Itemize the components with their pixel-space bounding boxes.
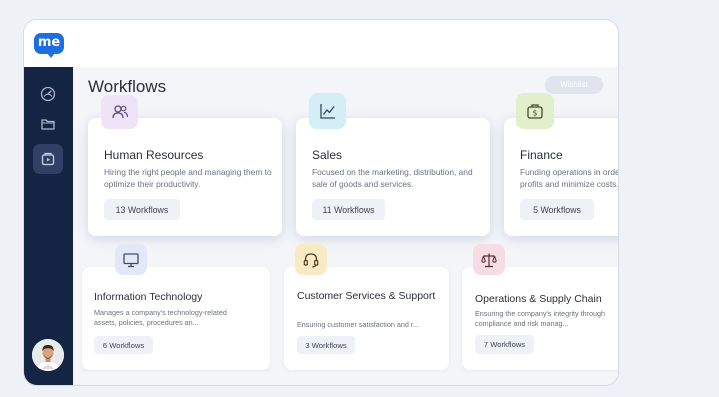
card-title: Human Resources: [104, 148, 204, 162]
card-title: Customer Services & Support: [297, 290, 436, 302]
card-icon-box: [295, 244, 327, 275]
card-icon-box: [309, 93, 346, 129]
sidebar: [24, 67, 73, 385]
sidebar-item-folders[interactable]: [33, 109, 63, 139]
workflow-card-human-resources[interactable]: Human Resources Hiring the right people …: [88, 118, 282, 236]
avatar-portrait: [32, 339, 64, 371]
workflow-count-label: Workflows: [109, 340, 145, 350]
workflow-count: 7: [483, 340, 489, 349]
app-logo[interactable]: me: [34, 33, 64, 58]
card-description: Focused on the marketing, distribution, …: [312, 167, 473, 189]
workflow-card-sales[interactable]: Sales Focused on the marketing, distribu…: [296, 118, 490, 236]
money-bag-icon: $: [527, 104, 543, 119]
user-avatar[interactable]: [32, 339, 64, 371]
top-bar: me: [24, 20, 618, 67]
workflow-card-information-technology[interactable]: Information Technology Manages a company…: [82, 267, 270, 370]
monitor-icon: [123, 252, 139, 267]
workflow-media-icon: [41, 152, 55, 166]
workflow-card-finance[interactable]: Finance Funding operations in order to m…: [504, 118, 619, 236]
workflow-count: 5: [533, 204, 539, 215]
card-icon-box: $: [516, 93, 554, 129]
dashboard-gauge-icon: [40, 86, 56, 102]
card-description: Manages a company's technology-related a…: [94, 308, 227, 328]
workflow-count-badge[interactable]: 13 Workflows: [104, 199, 180, 220]
scales-icon: [481, 253, 497, 267]
workflow-count-label: Workflows: [127, 204, 169, 215]
card-icon-box: [101, 95, 138, 129]
wishlist-button[interactable]: Wishlist: [545, 76, 603, 94]
workflow-count-label: Workflows: [540, 204, 581, 215]
card-icon-box: [115, 244, 147, 275]
main-content: Workflows Wishlist Human Resources Hirin…: [73, 67, 618, 385]
sidebar-item-workflows[interactable]: [33, 144, 63, 174]
workflow-count-label: Workflows: [334, 204, 375, 215]
workflow-count-label: Workflows: [311, 340, 347, 350]
card-description: Ensuring the company's integrity through…: [475, 309, 606, 329]
workflow-card-operations-supply-chain[interactable]: Operations & Supply Chain Ensuring the c…: [462, 267, 618, 370]
page-title: Workflows: [88, 77, 167, 96]
svg-text:$: $: [533, 109, 538, 118]
users-icon: [111, 105, 128, 119]
card-description: Funding operations in order to maximize …: [520, 167, 619, 189]
card-title: Information Technology: [94, 291, 203, 303]
workflow-count-badge[interactable]: 6 Workflows: [94, 336, 153, 354]
workflow-count: 3: [305, 340, 310, 350]
card-title: Sales: [312, 148, 343, 162]
card-title: Finance: [520, 148, 563, 162]
folder-icon: [41, 119, 55, 130]
app-window: me Workflows Wishlist Human Resources Hi…: [23, 19, 619, 386]
card-title: Operations & Supply Chain: [475, 293, 602, 305]
workflow-count-badge[interactable]: 3 Workflows: [297, 336, 355, 354]
line-chart-icon: [319, 104, 335, 119]
card-description: Hiring the right people and managing the…: [104, 167, 272, 189]
workflow-count-badge[interactable]: 5 Workflows: [520, 199, 594, 220]
workflow-count: 13: [115, 204, 126, 215]
workflow-count: 6: [102, 340, 108, 350]
workflow-card-customer-services[interactable]: Customer Services & Support Ensuring cus…: [284, 267, 449, 370]
card-icon-box: [473, 244, 505, 275]
workflow-count: 11: [322, 204, 332, 215]
workflow-count-badge[interactable]: 11 Workflows: [312, 199, 385, 220]
card-description: Ensuring customer satisfaction and r...: [297, 320, 419, 329]
sidebar-item-dashboard[interactable]: [33, 79, 63, 109]
workflow-count-label: Workflows: [490, 340, 526, 349]
headset-icon: [303, 252, 319, 268]
workflow-count-badge[interactable]: 7 Workflows: [475, 335, 534, 354]
